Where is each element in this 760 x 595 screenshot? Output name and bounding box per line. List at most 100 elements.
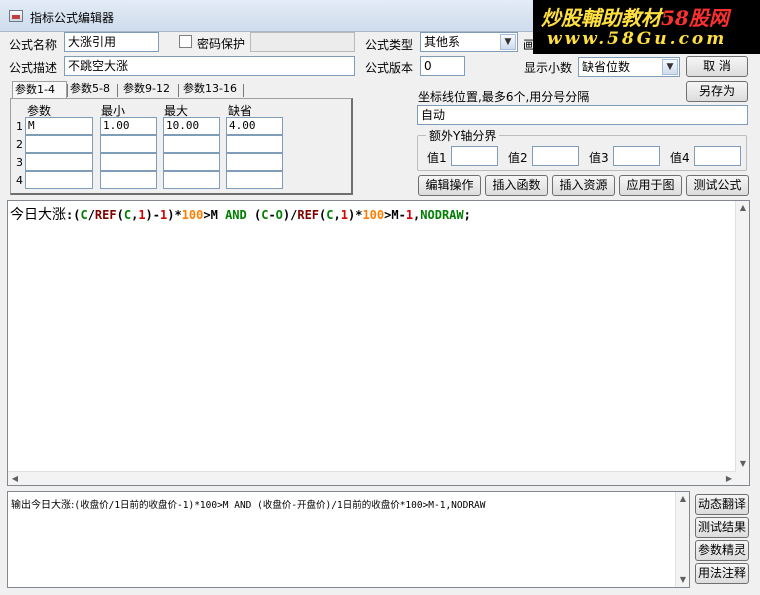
version-field[interactable]: 0 xyxy=(420,56,465,76)
insert-function-button[interactable]: 插入函数 xyxy=(485,175,548,196)
row-number: 2 xyxy=(16,138,23,151)
row-number: 4 xyxy=(16,174,23,187)
formula-output-name: 今日大涨 xyxy=(10,207,66,223)
decimals-select[interactable]: 缺省位数 ▼ xyxy=(578,57,680,77)
code-token: )* xyxy=(347,208,363,222)
output-vertical-scrollbar[interactable]: ▲ ▼ xyxy=(675,492,689,587)
extra-y-axis-title: 额外Y轴分界 xyxy=(426,127,500,144)
password-field[interactable] xyxy=(250,32,355,52)
code-token: >M xyxy=(203,208,226,222)
chevron-down-icon[interactable]: ▼ xyxy=(500,34,516,50)
tab-params-13-16[interactable]: 参数13-16 xyxy=(181,81,239,99)
scroll-down-icon[interactable]: ▼ xyxy=(736,457,749,471)
code-token: 100 xyxy=(362,208,385,222)
v4-label: 值4 xyxy=(670,151,690,165)
dynamic-translate-button[interactable]: 动态翻译 xyxy=(695,494,749,515)
code-token: REF xyxy=(94,208,117,222)
decimals-label: 显示小数 xyxy=(524,61,573,75)
param-min-cell[interactable] xyxy=(100,171,157,189)
param-name-cell[interactable]: M xyxy=(25,117,93,135)
version-label: 公式版本 xyxy=(365,61,414,75)
password-label: 密码保护 xyxy=(197,37,246,51)
code-token: ( xyxy=(116,208,124,222)
type-select[interactable]: 其他系 ▼ xyxy=(420,32,518,52)
code-token: 1 xyxy=(405,208,414,222)
window-title: 指标公式编辑器 xyxy=(30,11,115,25)
param-max-cell[interactable] xyxy=(163,171,220,189)
param-min-cell[interactable] xyxy=(100,135,157,153)
axis-label: 坐标线位置,最多6个,用分号分隔 xyxy=(418,90,590,104)
scroll-down-icon[interactable]: ▼ xyxy=(676,573,689,587)
scroll-left-icon[interactable]: ◀ xyxy=(8,472,22,485)
scroll-up-icon[interactable]: ▲ xyxy=(676,492,689,506)
param-name-cell[interactable] xyxy=(25,153,93,171)
v1-label: 值1 xyxy=(427,151,447,165)
apply-to-chart-button[interactable]: 应用于图 xyxy=(619,175,682,196)
v1-field[interactable] xyxy=(451,146,498,166)
watermark-logo: 炒股輔助教材58股网 www.58Gu.com xyxy=(533,0,760,54)
param-min-cell[interactable]: 1.00 xyxy=(100,117,157,135)
watermark-url: www.58Gu.com xyxy=(547,29,728,49)
code-token: 100 xyxy=(181,208,204,222)
scroll-right-icon[interactable]: ▶ xyxy=(722,472,736,485)
param-default-cell[interactable] xyxy=(226,135,283,153)
desc-field[interactable]: 不跳空大涨 xyxy=(64,56,355,76)
type-select-value: 其他系 xyxy=(424,35,461,49)
code-token: )- xyxy=(145,208,160,222)
param-min-cell[interactable] xyxy=(100,153,157,171)
code-token: 1 xyxy=(138,208,146,222)
tab-params-5-8[interactable]: 参数5-8 xyxy=(68,81,112,99)
insert-resource-button[interactable]: 插入资源 xyxy=(552,175,615,196)
name-label: 公式名称 xyxy=(9,38,58,52)
param-wizard-button[interactable]: 参数精灵 xyxy=(695,540,749,561)
param-default-cell[interactable]: 4.00 xyxy=(226,117,283,135)
code-token: C xyxy=(123,208,132,222)
param-name-cell[interactable] xyxy=(25,135,93,153)
name-field[interactable]: 大涨引用 xyxy=(64,32,159,52)
axis-field[interactable]: 自动 xyxy=(417,105,748,125)
formula-editor[interactable]: 今日大涨:(C/REF(C,1)-1)*100>M AND (C-O)/REF(… xyxy=(7,200,750,486)
test-formula-button[interactable]: 测试公式 xyxy=(686,175,749,196)
code-token: NODRAW xyxy=(420,208,464,222)
code-token: ; xyxy=(463,208,471,222)
row-number: 3 xyxy=(16,156,23,169)
save-as-button[interactable]: 另存为 xyxy=(686,81,748,102)
v4-field[interactable] xyxy=(694,146,741,166)
code-token: AND xyxy=(225,208,247,222)
type-label: 公式类型 xyxy=(365,38,414,52)
v3-field[interactable] xyxy=(613,146,660,166)
editor-horizontal-scrollbar[interactable]: ◀ ▶ xyxy=(8,471,736,485)
usage-notes-button[interactable]: 用法注释 xyxy=(695,563,749,584)
tab-params-9-12[interactable]: 参数9-12 xyxy=(121,81,172,99)
translation-output[interactable]: 输出今日大涨:(收盘价/1日前的收盘价-1)*100>M AND (收盘价-开盘… xyxy=(7,491,690,588)
code-token: >M- xyxy=(384,208,406,222)
cancel-button[interactable]: 取 消 xyxy=(686,56,748,77)
test-result-button[interactable]: 测试结果 xyxy=(695,517,749,538)
param-name-cell[interactable] xyxy=(25,171,93,189)
output-body: (收盘价/1日前的收盘价-1)*100>M AND (收盘价-开盘价)/1日前的… xyxy=(74,500,486,511)
row-number: 1 xyxy=(16,120,23,133)
param-default-cell[interactable] xyxy=(226,153,283,171)
code-token: C xyxy=(326,208,334,222)
v3-label: 值3 xyxy=(589,151,609,165)
v2-field[interactable] xyxy=(532,146,579,166)
code-token: C xyxy=(80,208,88,222)
scroll-up-icon[interactable]: ▲ xyxy=(736,201,749,215)
code-token: / xyxy=(87,208,95,222)
params-panel: 参数 最小 最大 缺省 1 M 1.00 10.00 4.00 2 3 4 xyxy=(10,98,353,195)
code-token: )/ xyxy=(282,208,298,222)
param-max-cell[interactable] xyxy=(163,153,220,171)
app-icon xyxy=(9,10,23,22)
password-checkbox[interactable] xyxy=(179,35,192,48)
param-max-cell[interactable] xyxy=(163,135,220,153)
param-default-cell[interactable] xyxy=(226,171,283,189)
code-token: - xyxy=(268,208,276,222)
param-max-cell[interactable]: 10.00 xyxy=(163,117,220,135)
formula-code-line[interactable]: 今日大涨:(C/REF(C,1)-1)*100>M AND (C-O)/REF(… xyxy=(10,204,471,224)
edit-ops-button[interactable]: 编辑操作 xyxy=(418,175,481,196)
watermark-text-a: 炒股輔助教材 xyxy=(541,6,661,30)
tab-params-1-4[interactable]: 参数1-4 xyxy=(12,81,67,99)
editor-vertical-scrollbar[interactable]: ▲ ▼ xyxy=(735,201,749,485)
output-prefix: 输出今日大涨: xyxy=(11,500,75,511)
chevron-down-icon[interactable]: ▼ xyxy=(662,59,678,75)
